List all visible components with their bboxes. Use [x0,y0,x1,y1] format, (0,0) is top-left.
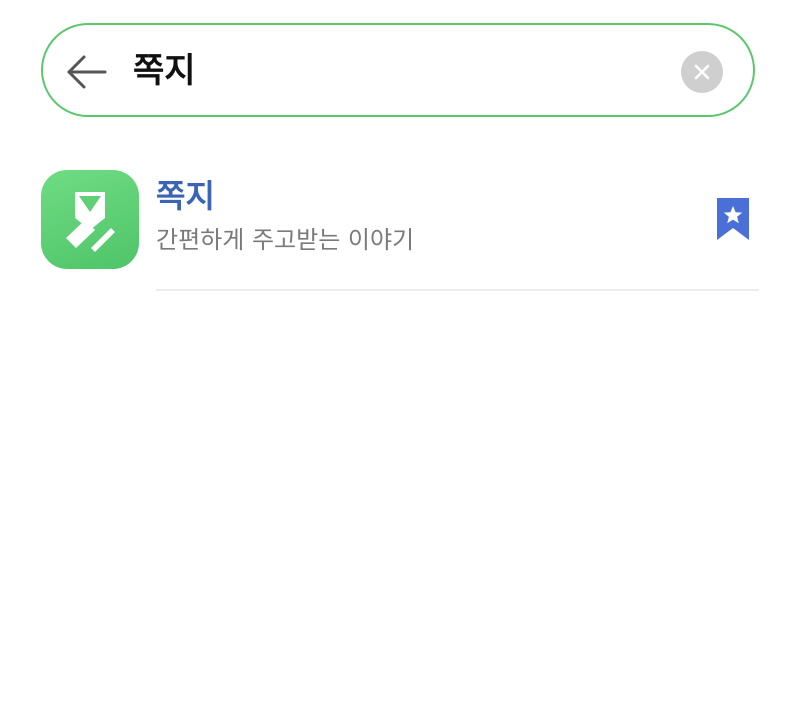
clear-search-button[interactable] [681,51,723,93]
close-icon [694,64,710,80]
search-bar: 쪽지 [41,23,755,117]
envelope-ribbon-icon [66,192,115,252]
search-result-item[interactable]: 쪽지 간편하게 주고받는 이야기 [41,170,759,291]
search-input[interactable]: 쪽지 [133,49,196,93]
bookmark-star-icon [717,198,749,240]
divider [156,289,759,291]
app-icon[interactable] [41,170,139,269]
bookmark-button[interactable] [715,196,751,242]
back-button[interactable] [65,52,107,92]
app-description: 간편하게 주고받는 이야기 [156,226,415,254]
arrow-left-icon [67,55,107,89]
app-name: 쪽지 [156,177,215,215]
